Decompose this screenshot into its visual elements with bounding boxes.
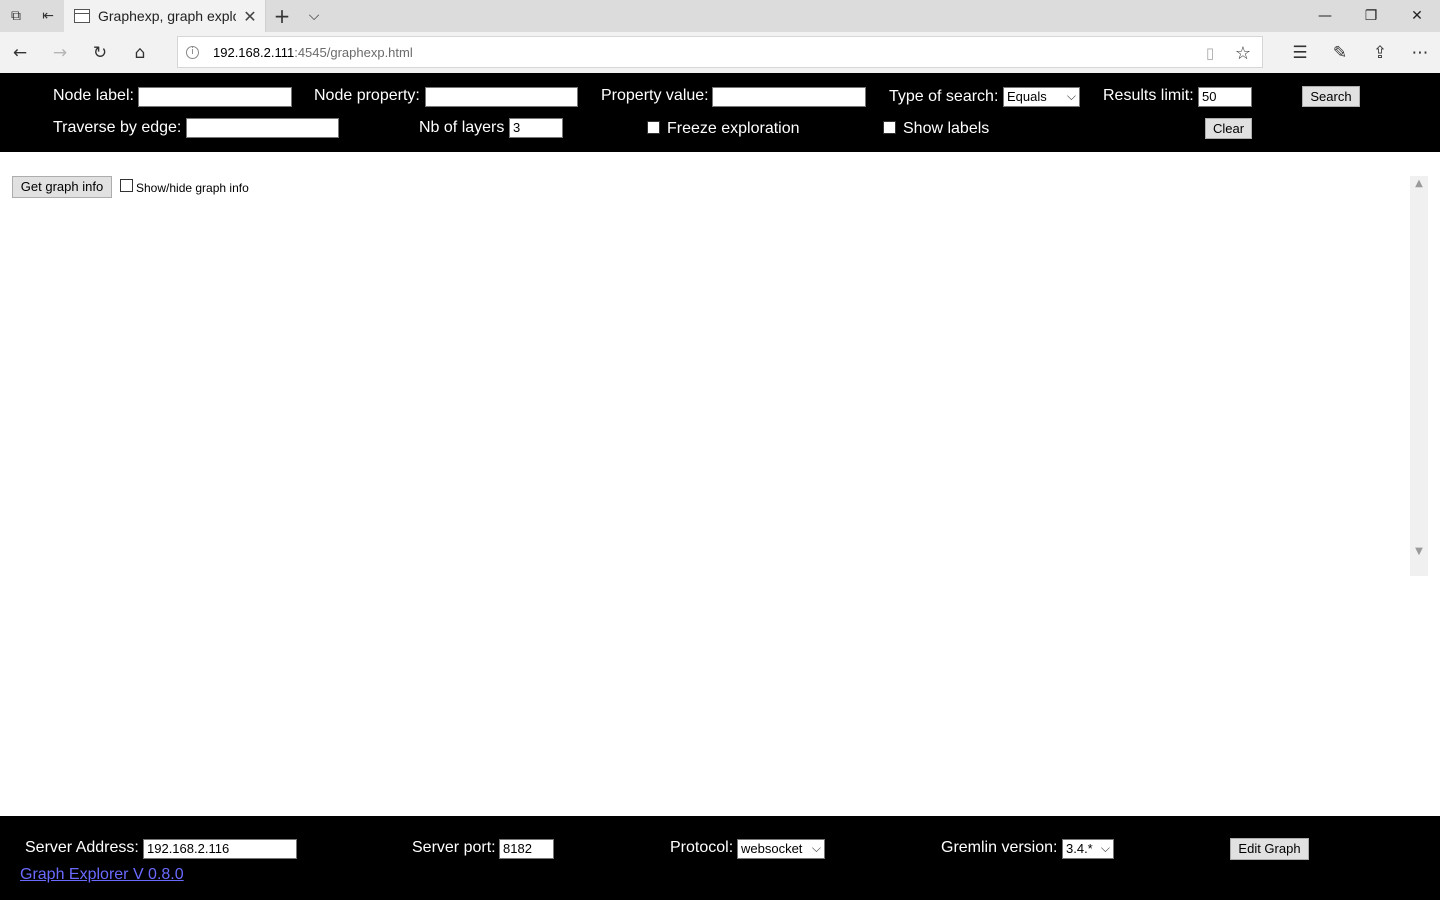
back-arrow-icon[interactable]: ← [7, 40, 33, 66]
server-port-label: Server port: [412, 839, 496, 856]
close-icon[interactable]: ✕ [1394, 0, 1440, 32]
clear-button[interactable]: Clear [1205, 118, 1252, 139]
server-port-input[interactable]: 8182 [499, 839, 554, 859]
info-icon[interactable]: i [186, 46, 199, 59]
nb-of-layers-label: Nb of layers [419, 119, 505, 136]
protocol-label: Protocol: [670, 839, 734, 856]
gremlin-version-select[interactable]: 3.4.* ⌵ [1062, 839, 1114, 859]
show-hide-graph-info-checkbox[interactable] [120, 179, 133, 192]
type-of-search-value: Equals [1007, 89, 1047, 104]
page-icon [74, 9, 90, 23]
get-graph-info-button[interactable]: Get graph info [12, 176, 112, 198]
protocol-select[interactable]: websocket ⌵ [737, 839, 825, 859]
more-icon[interactable]: ⋯ [1407, 40, 1433, 66]
nb-of-layers-input[interactable]: 3 [509, 118, 563, 138]
freeze-exploration-label: Freeze exploration [667, 120, 800, 137]
browser-titlebar: ⧉ ⇤ Graphexp, graph explor ✕ + ⌵ — ❐ ✕ [0, 0, 1440, 32]
chevron-down-icon[interactable]: ⌵ [304, 6, 324, 26]
forward-arrow-icon[interactable]: → [47, 40, 73, 66]
search-header: Node label: Node property: Property valu… [0, 73, 1440, 152]
minimize-icon[interactable]: — [1302, 0, 1348, 32]
protocol-value: websocket [741, 841, 803, 856]
plus-icon[interactable]: + [272, 4, 292, 28]
chevron-down-icon: ⌵ [811, 841, 821, 855]
property-value-label: Property value: [601, 87, 709, 104]
server-address-input[interactable]: 192.168.2.116 [143, 839, 297, 859]
node-property-input[interactable] [425, 87, 578, 107]
chevron-down-icon: ⌵ [1066, 89, 1076, 103]
restore-icon[interactable]: ❐ [1348, 0, 1394, 32]
node-property-label: Node property: [314, 87, 420, 104]
graph-canvas[interactable]: Get graph info Show/hide graph info ▲ ▼ [0, 152, 1440, 816]
server-address-label: Server Address: [25, 839, 139, 856]
node-label-input[interactable] [138, 87, 292, 107]
chevron-down-icon: ⌵ [1100, 841, 1110, 855]
scroll-down-icon[interactable]: ▼ [1410, 544, 1428, 560]
scroll-up-icon[interactable]: ▲ [1410, 176, 1428, 192]
traverse-by-edge-input[interactable] [186, 118, 339, 138]
gremlin-version-label: Gremlin version: [941, 839, 1058, 856]
type-of-search-label: Type of search: [889, 88, 999, 105]
browser-navbar: ← → ↻ ⌂ i 192.168.2.111:4545/graphexp.ht… [0, 32, 1440, 73]
refresh-icon[interactable]: ↻ [87, 40, 113, 66]
show-labels-label: Show labels [903, 120, 990, 137]
property-value-input[interactable] [712, 87, 866, 107]
set-aside-tabs-icon[interactable]: ⇤ [38, 6, 58, 26]
version-link[interactable]: Graph Explorer V 0.8.0 [20, 866, 184, 884]
show-hide-graph-info-label: Show/hide graph info [136, 181, 249, 195]
favorites-list-icon[interactable]: ☰ [1287, 40, 1313, 66]
home-icon[interactable]: ⌂ [127, 40, 153, 66]
pen-icon[interactable]: ✎ [1327, 40, 1353, 66]
tab-title: Graphexp, graph explor [98, 8, 236, 24]
reading-view-icon[interactable]: ▯ [1200, 43, 1220, 63]
search-button[interactable]: Search [1302, 86, 1360, 107]
tab-actions-icon[interactable]: ⧉ [6, 6, 26, 26]
node-label-label: Node label: [53, 87, 134, 104]
results-limit-label: Results limit: [1103, 87, 1194, 104]
tab-close-icon[interactable]: ✕ [240, 6, 260, 26]
results-limit-input[interactable]: 50 [1198, 87, 1252, 107]
show-labels-checkbox[interactable] [883, 121, 896, 134]
type-of-search-select[interactable]: Equals ⌵ [1003, 87, 1080, 107]
edit-graph-button[interactable]: Edit Graph [1230, 838, 1309, 860]
share-icon[interactable]: ⇪ [1367, 40, 1393, 66]
browser-tab[interactable]: Graphexp, graph explor ✕ [64, 0, 266, 32]
url-path: :4545/graphexp.html [294, 45, 413, 60]
address-bar[interactable]: i 192.168.2.111:4545/graphexp.html ▯ ☆ [177, 36, 1263, 68]
gremlin-version-value: 3.4.* [1066, 841, 1093, 856]
server-settings-footer: Server Address: 192.168.2.116 Server por… [0, 816, 1440, 900]
url-text[interactable]: 192.168.2.111:4545/graphexp.html [213, 45, 413, 60]
star-icon[interactable]: ☆ [1233, 43, 1253, 64]
graph-info-scrollbar[interactable]: ▲ ▼ [1410, 176, 1428, 576]
freeze-exploration-checkbox[interactable] [647, 121, 660, 134]
url-host: 192.168.2.111 [213, 45, 295, 60]
traverse-by-edge-label: Traverse by edge: [53, 119, 182, 136]
